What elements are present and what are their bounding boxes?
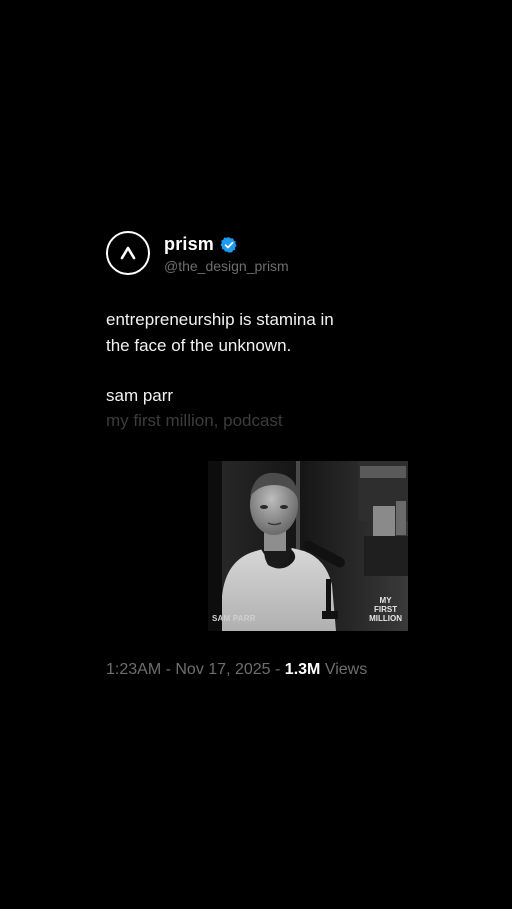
post-media-video[interactable]: SAM PARR MY FIRST MILLION [208,461,408,631]
handle[interactable]: @the_design_prism [164,258,289,274]
views-count[interactable]: 1.3M [285,661,321,678]
podcast-logo: MY FIRST MILLION [369,596,402,623]
meta-separator: - [165,661,171,678]
video-caption: SAM PARR [212,614,256,623]
post-text: entrepreneurship is stamina in the face … [106,307,416,359]
display-name[interactable]: prism [164,234,214,255]
logo-line: MY [379,596,392,605]
views-label: Views [324,661,368,678]
post-header: prism @the_design_prism [106,229,416,277]
post-card: prism @the_design_prism entrepreneurship… [106,229,416,678]
quote-source: my first million, podcast [106,411,283,430]
post-date[interactable]: Nov 17, 2025 [175,661,270,678]
quote-author: sam parr [106,386,174,405]
quote-line: entrepreneurship is stamina in [106,310,334,329]
quote-line: the face of the unknown. [106,336,292,355]
logo-line: FIRST [374,605,398,614]
avatar[interactable] [106,231,150,275]
meta-separator: - [275,661,281,678]
verified-badge-icon [220,236,237,253]
author-identity: prism @the_design_prism [164,233,289,274]
caret-up-icon [120,246,136,260]
logo-line: MILLION [369,614,402,623]
post-meta: 1:23AM - Nov 17, 2025 - 1.3M Views [106,661,367,679]
post-time[interactable]: 1:23AM [106,661,161,678]
name-row: prism [164,233,289,257]
